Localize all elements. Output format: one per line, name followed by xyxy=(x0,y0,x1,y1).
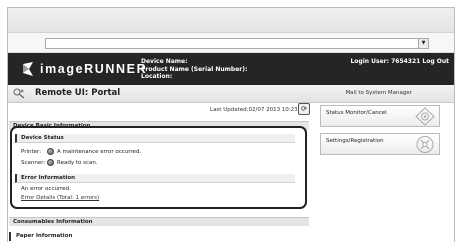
scanner-status-row: Scanner: Ready to scan. xyxy=(21,159,98,166)
error-message-text: An error occurred. xyxy=(21,186,71,192)
address-dropdown[interactable]: ▼ xyxy=(45,38,429,49)
settings-tools-icon xyxy=(416,136,434,153)
settings-registration-button[interactable]: Settings/Registration xyxy=(320,133,440,155)
last-updated: Last Updated:02/07 2013 10:23 xyxy=(210,107,298,113)
paper-info-title: Paper Information xyxy=(9,232,309,241)
error-info-title: Error Information xyxy=(15,174,295,183)
app-header: imageRUNNER Device Name: Product Name (S… xyxy=(8,53,454,85)
page-title: Remote UI: Portal xyxy=(35,88,121,98)
brand-logo: imageRUNNER xyxy=(20,61,147,77)
login-area: Login User: 7654321 Log Out xyxy=(350,58,449,65)
product-name-label: Product Name (Serial Number): xyxy=(141,65,248,73)
settings-label: Settings/Registration xyxy=(326,138,384,144)
status-dot-icon xyxy=(47,148,54,155)
logout-link[interactable]: Log Out xyxy=(422,58,449,65)
scanner-label: Scanner: xyxy=(21,159,46,166)
refresh-icon[interactable]: ⟳ xyxy=(298,103,310,115)
browser-toolbar xyxy=(8,8,454,33)
mail-to-manager-link[interactable]: Mail to System Manager xyxy=(345,90,412,96)
address-row: ▼ xyxy=(8,33,454,53)
location-label: Location: xyxy=(141,73,173,80)
device-info: Device Name: Product Name (Serial Number… xyxy=(141,58,247,81)
status-monitor-label: Status Monitor/Cancel xyxy=(326,110,387,116)
scanner-status: Ready to scan. xyxy=(57,159,98,166)
page-titlebar: Remote UI: Portal Mail to System Manager xyxy=(8,85,454,103)
error-details-link[interactable]: Error Details (Total: 1 errors) xyxy=(21,195,99,201)
chevron-down-icon[interactable]: ▼ xyxy=(418,39,428,48)
consumables-header: Consumables Information xyxy=(9,217,309,226)
monitor-diamond-icon xyxy=(415,107,435,126)
brand-name: imageRUNNER xyxy=(40,62,148,76)
device-status-panel: Device Status Printer: A maintenance err… xyxy=(10,126,307,209)
status-monitor-button[interactable]: Status Monitor/Cancel xyxy=(320,105,440,127)
login-user: Login User: 7654321 xyxy=(350,58,421,65)
status-dot-icon xyxy=(47,159,54,166)
printer-label: Printer: xyxy=(21,148,42,155)
canon-logo-icon xyxy=(23,62,33,76)
device-name-label: Device Name: xyxy=(141,58,188,65)
printer-status-row: Printer: A maintenance error occurred. xyxy=(21,148,141,155)
printer-status: A maintenance error occurred. xyxy=(57,148,142,155)
portal-icon xyxy=(13,88,25,99)
device-status-title: Device Status xyxy=(15,134,295,143)
error-message: An error occurred. xyxy=(21,186,71,192)
